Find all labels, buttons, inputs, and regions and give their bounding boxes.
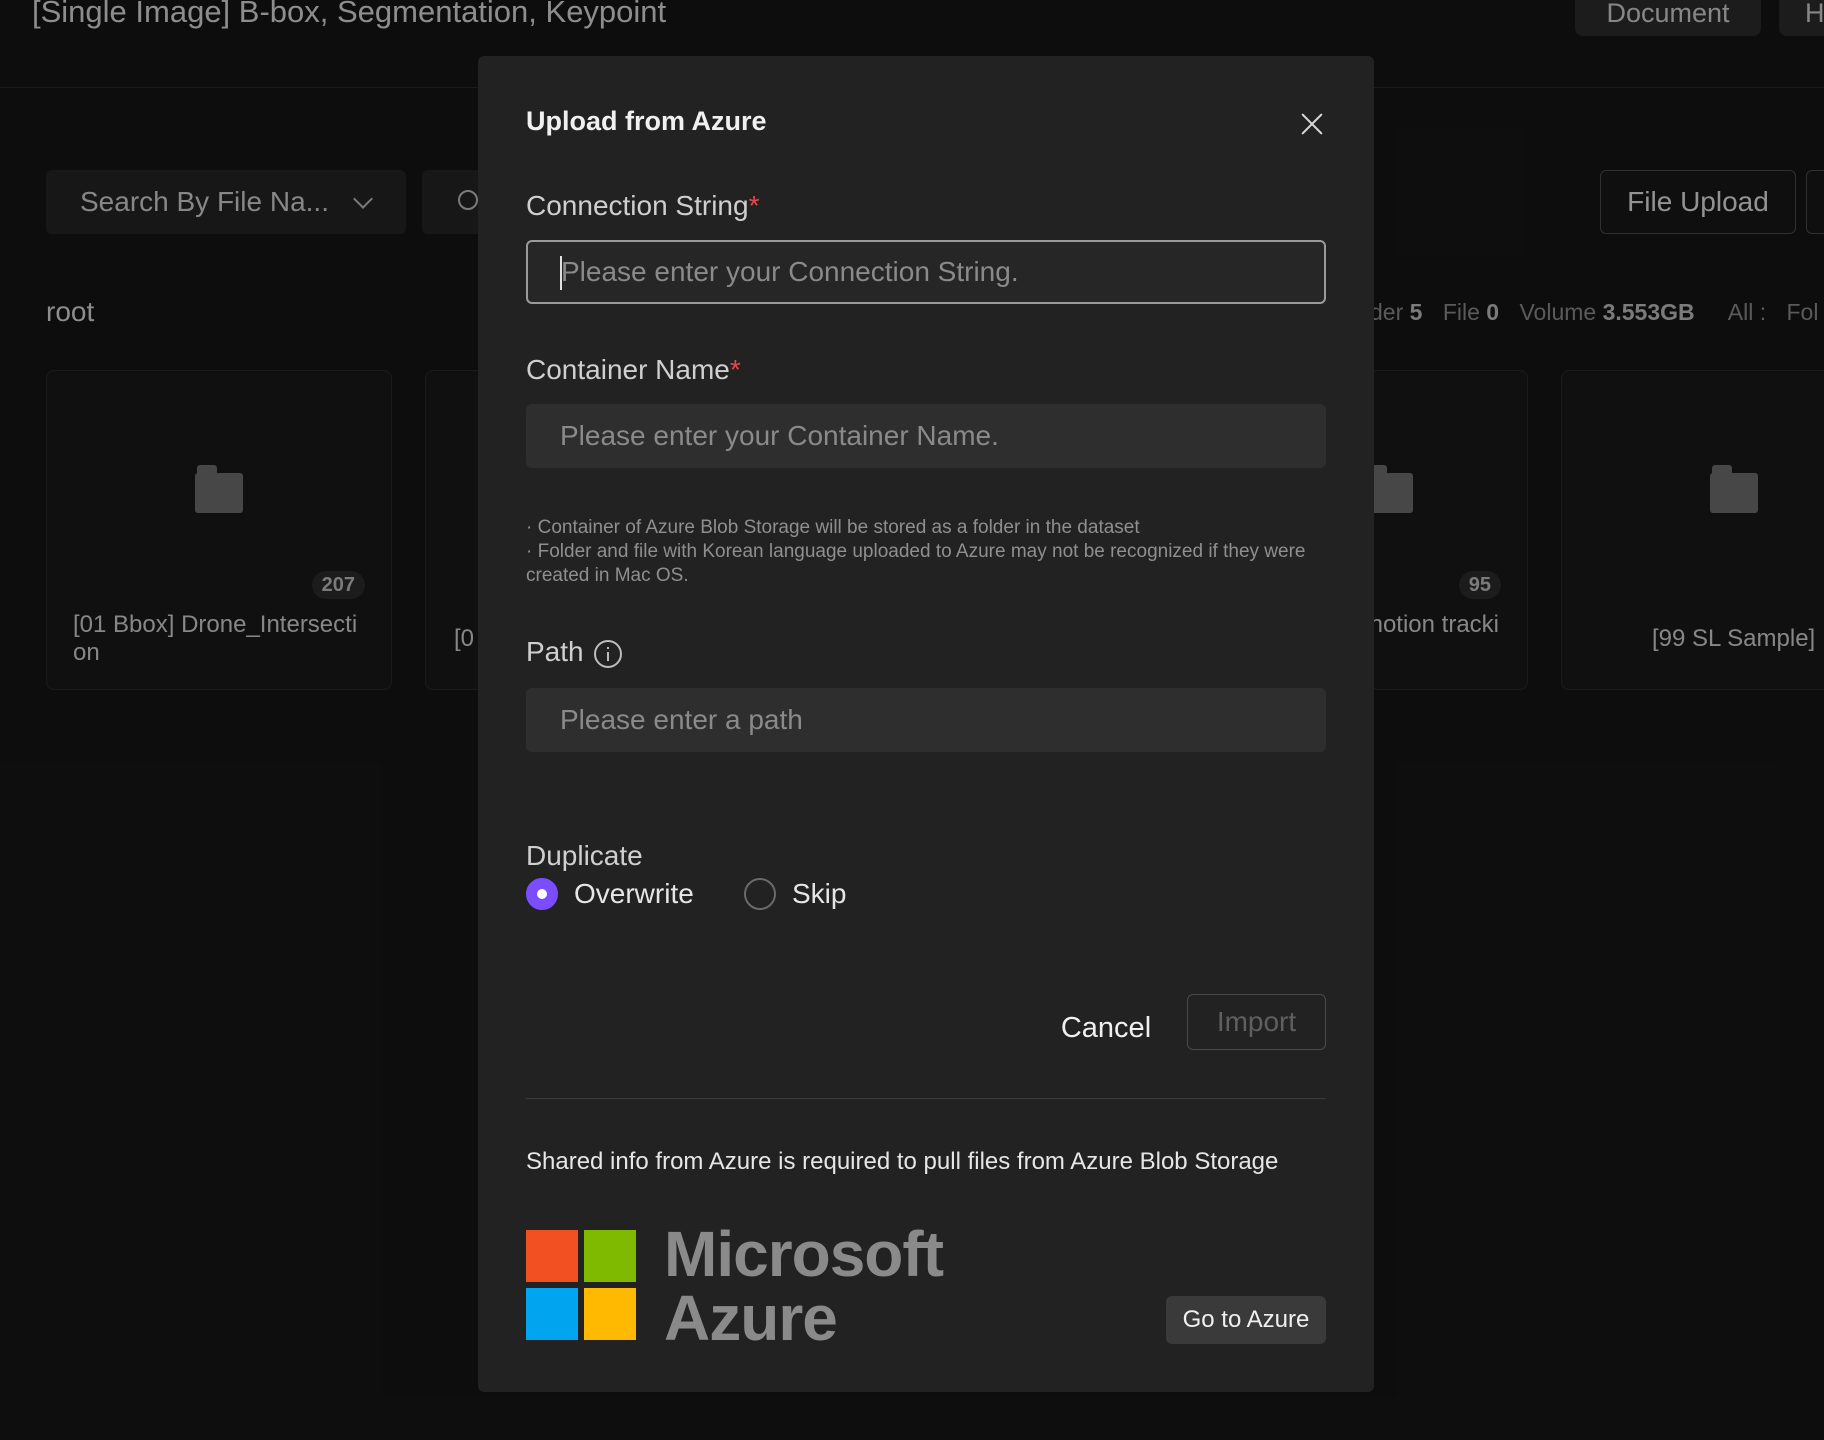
radio-unselected-icon bbox=[744, 878, 776, 910]
path-label: Path bbox=[526, 636, 584, 667]
duplicate-label: Duplicate bbox=[526, 840, 643, 871]
note-line: · Folder and file with Korean language u… bbox=[526, 541, 1306, 586]
upload-from-azure-dialog: Upload from Azure Connection String* Con… bbox=[478, 56, 1374, 1392]
azure-info-text: Shared info from Azure is required to pu… bbox=[526, 1148, 1279, 1175]
radio-selected-icon bbox=[526, 878, 558, 910]
microsoft-logo-icon bbox=[526, 1230, 636, 1340]
divider bbox=[526, 1098, 1326, 1099]
dialog-title: Upload from Azure bbox=[526, 106, 767, 136]
radio-label: Overwrite bbox=[574, 878, 694, 909]
connection-string-input[interactable] bbox=[526, 240, 1326, 304]
required-marker: * bbox=[729, 354, 741, 385]
note-line: · Container of Azure Blob Storage will b… bbox=[526, 517, 1140, 538]
microsoft-azure-wordmark: Microsoft Azure bbox=[664, 1218, 944, 1354]
radio-label: Skip bbox=[792, 878, 847, 909]
container-name-input[interactable] bbox=[526, 404, 1326, 468]
close-icon[interactable] bbox=[1298, 110, 1326, 138]
info-icon[interactable] bbox=[594, 640, 622, 668]
upload-notes: · Container of Azure Blob Storage will b… bbox=[526, 516, 1326, 588]
import-button[interactable]: Import bbox=[1187, 994, 1326, 1050]
required-marker: * bbox=[748, 190, 760, 221]
radio-skip[interactable]: Skip bbox=[744, 874, 846, 914]
text-caret bbox=[560, 256, 562, 290]
go-to-azure-button[interactable]: Go to Azure bbox=[1166, 1296, 1326, 1344]
radio-overwrite[interactable]: Overwrite bbox=[526, 874, 694, 914]
container-name-label: Container Name* bbox=[526, 354, 741, 385]
path-input[interactable] bbox=[526, 688, 1326, 752]
connection-string-label: Connection String* bbox=[526, 190, 760, 221]
cancel-button[interactable]: Cancel bbox=[1056, 1000, 1156, 1056]
